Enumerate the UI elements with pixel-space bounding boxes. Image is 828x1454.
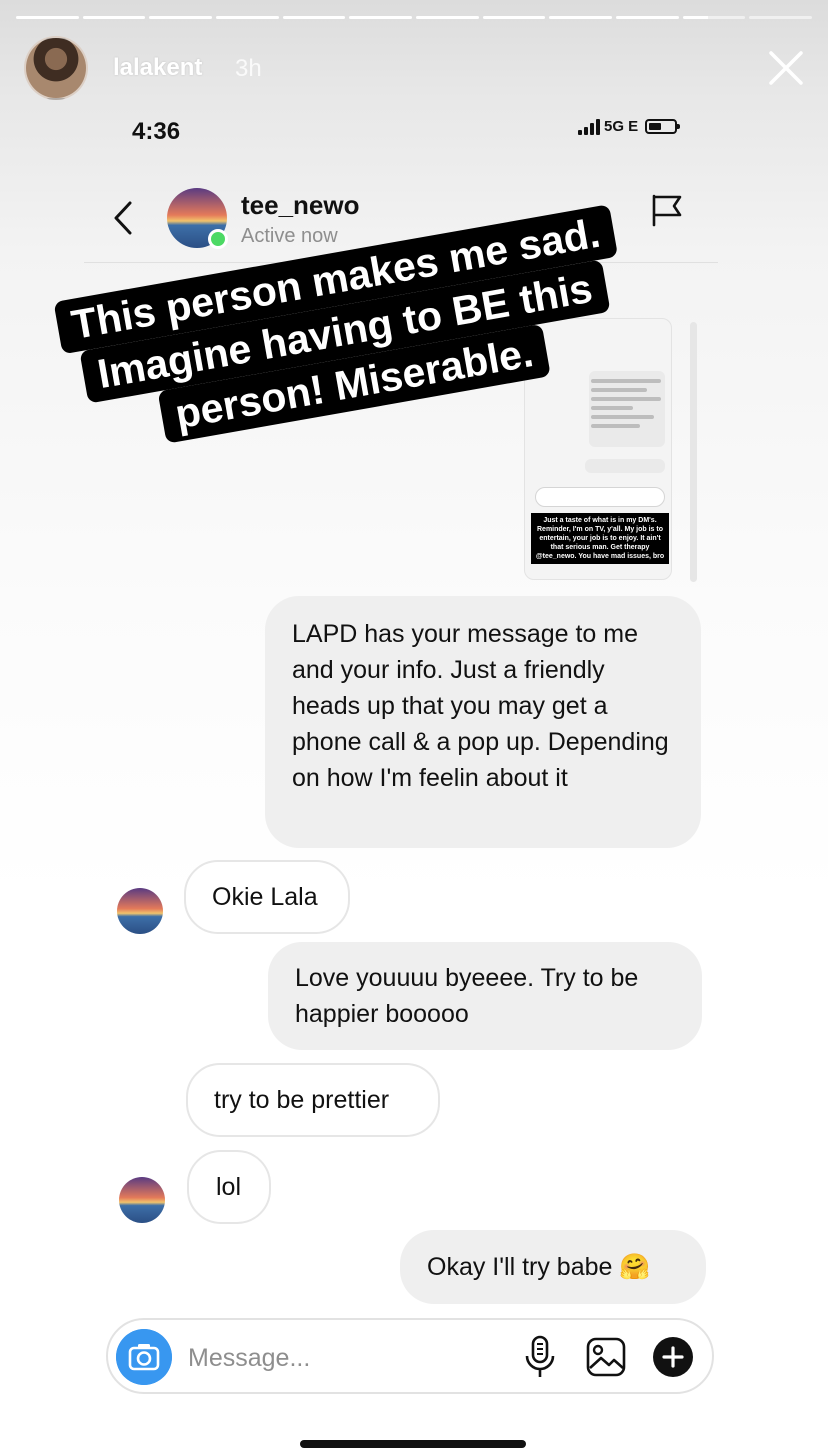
- microphone-icon[interactable]: [522, 1334, 558, 1380]
- scrollbar[interactable]: [690, 322, 697, 582]
- hugging-face-emoji-icon: 🤗: [619, 1253, 651, 1281]
- story-user-avatar[interactable]: [24, 36, 88, 100]
- progress-segment: [16, 16, 79, 19]
- progress-segment-current: [682, 16, 746, 19]
- plus-icon[interactable]: [652, 1336, 694, 1378]
- progress-segment: [749, 16, 813, 19]
- message-bubble-outgoing[interactable]: Okay I'll try babe 🤗: [400, 1230, 706, 1304]
- progress-segment: [82, 16, 146, 19]
- progress-segment: [549, 16, 613, 19]
- mini-screenshot-caption: Just a taste of what is in my DM's. Remi…: [531, 513, 669, 564]
- story-timestamp: 3h: [235, 55, 262, 82]
- message-input[interactable]: [188, 1338, 508, 1378]
- active-status-dot: [208, 229, 228, 249]
- home-indicator[interactable]: [300, 1440, 526, 1448]
- progress-segment: [149, 16, 213, 19]
- story-username[interactable]: lalakent: [113, 54, 202, 82]
- back-chevron-icon[interactable]: [112, 200, 134, 236]
- close-icon[interactable]: [766, 48, 806, 88]
- message-bubble-incoming[interactable]: lol: [187, 1150, 271, 1224]
- battery-icon: [645, 119, 681, 134]
- sender-avatar: [117, 888, 163, 934]
- progress-segment: [216, 16, 279, 19]
- gallery-icon[interactable]: [585, 1336, 627, 1378]
- progress-segment: [349, 16, 413, 19]
- mini-bubble: [585, 459, 665, 473]
- progress-segment: [616, 16, 679, 19]
- progress-segment: [482, 16, 546, 19]
- message-bubble-incoming[interactable]: try to be prettier: [186, 1063, 440, 1137]
- mini-message-input: [535, 487, 665, 507]
- chat-active-status: Active now: [241, 225, 338, 247]
- status-bar-indicators: 5G E: [578, 118, 681, 135]
- progress-segment: [416, 16, 479, 19]
- chat-username[interactable]: tee_newo: [241, 190, 360, 221]
- message-text: Okay I'll try babe: [427, 1253, 613, 1281]
- message-bubble-outgoing[interactable]: LAPD has your message to me and your inf…: [265, 596, 701, 848]
- story-progress-bar: [16, 16, 813, 19]
- camera-icon[interactable]: [116, 1329, 172, 1385]
- message-bubble-outgoing[interactable]: Love youuuu byeeee. Try to be happier bo…: [268, 942, 702, 1050]
- status-bar-time: 4:36: [132, 118, 181, 145]
- network-label: 5G E: [604, 118, 639, 135]
- mini-text-lines: [591, 379, 661, 433]
- message-bubble-incoming[interactable]: Okie Lala: [184, 860, 350, 934]
- progress-segment: [282, 16, 346, 19]
- signal-bars-icon: [578, 118, 600, 135]
- sender-avatar: [119, 1177, 165, 1223]
